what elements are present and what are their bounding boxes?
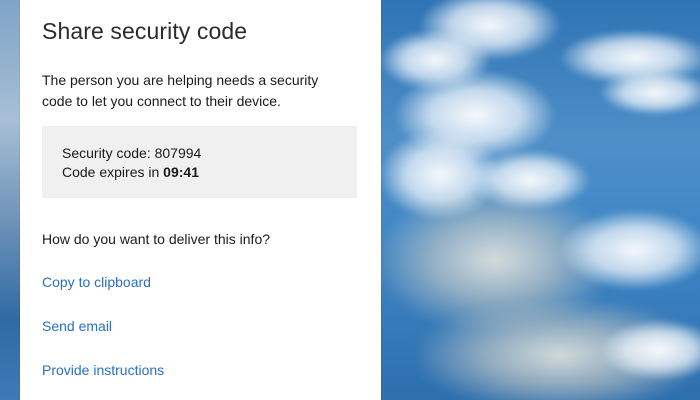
dialog-title: Share security code: [42, 18, 248, 44]
copy-to-clipboard-link[interactable]: Copy to clipboard: [42, 274, 151, 290]
cloud: [600, 70, 700, 115]
security-code-box: Security code: 807994 Code expires in 09…: [42, 126, 357, 198]
code-expiry-line: Code expires in 09:41: [62, 164, 199, 180]
provide-instructions-link[interactable]: Provide instructions: [42, 362, 164, 378]
code-expires-label: Code expires in: [62, 164, 164, 180]
security-code-value: 807994: [154, 145, 202, 161]
send-email-link[interactable]: Send email: [42, 318, 112, 334]
code-expires-timer: 09:41: [163, 164, 199, 180]
cloud: [560, 210, 700, 290]
dialog-description: The person you are helping needs a secur…: [42, 72, 319, 109]
security-code-line: Security code: 807994: [62, 145, 201, 161]
delivery-question: How do you want to deliver this info?: [42, 231, 271, 247]
security-code-label: Security code:: [62, 145, 155, 161]
wallpaper-left-edge: [0, 0, 20, 400]
share-security-code-dialog: Share security code The person you are h…: [20, 0, 381, 400]
desktop-background: Share security code The person you are h…: [0, 0, 700, 400]
